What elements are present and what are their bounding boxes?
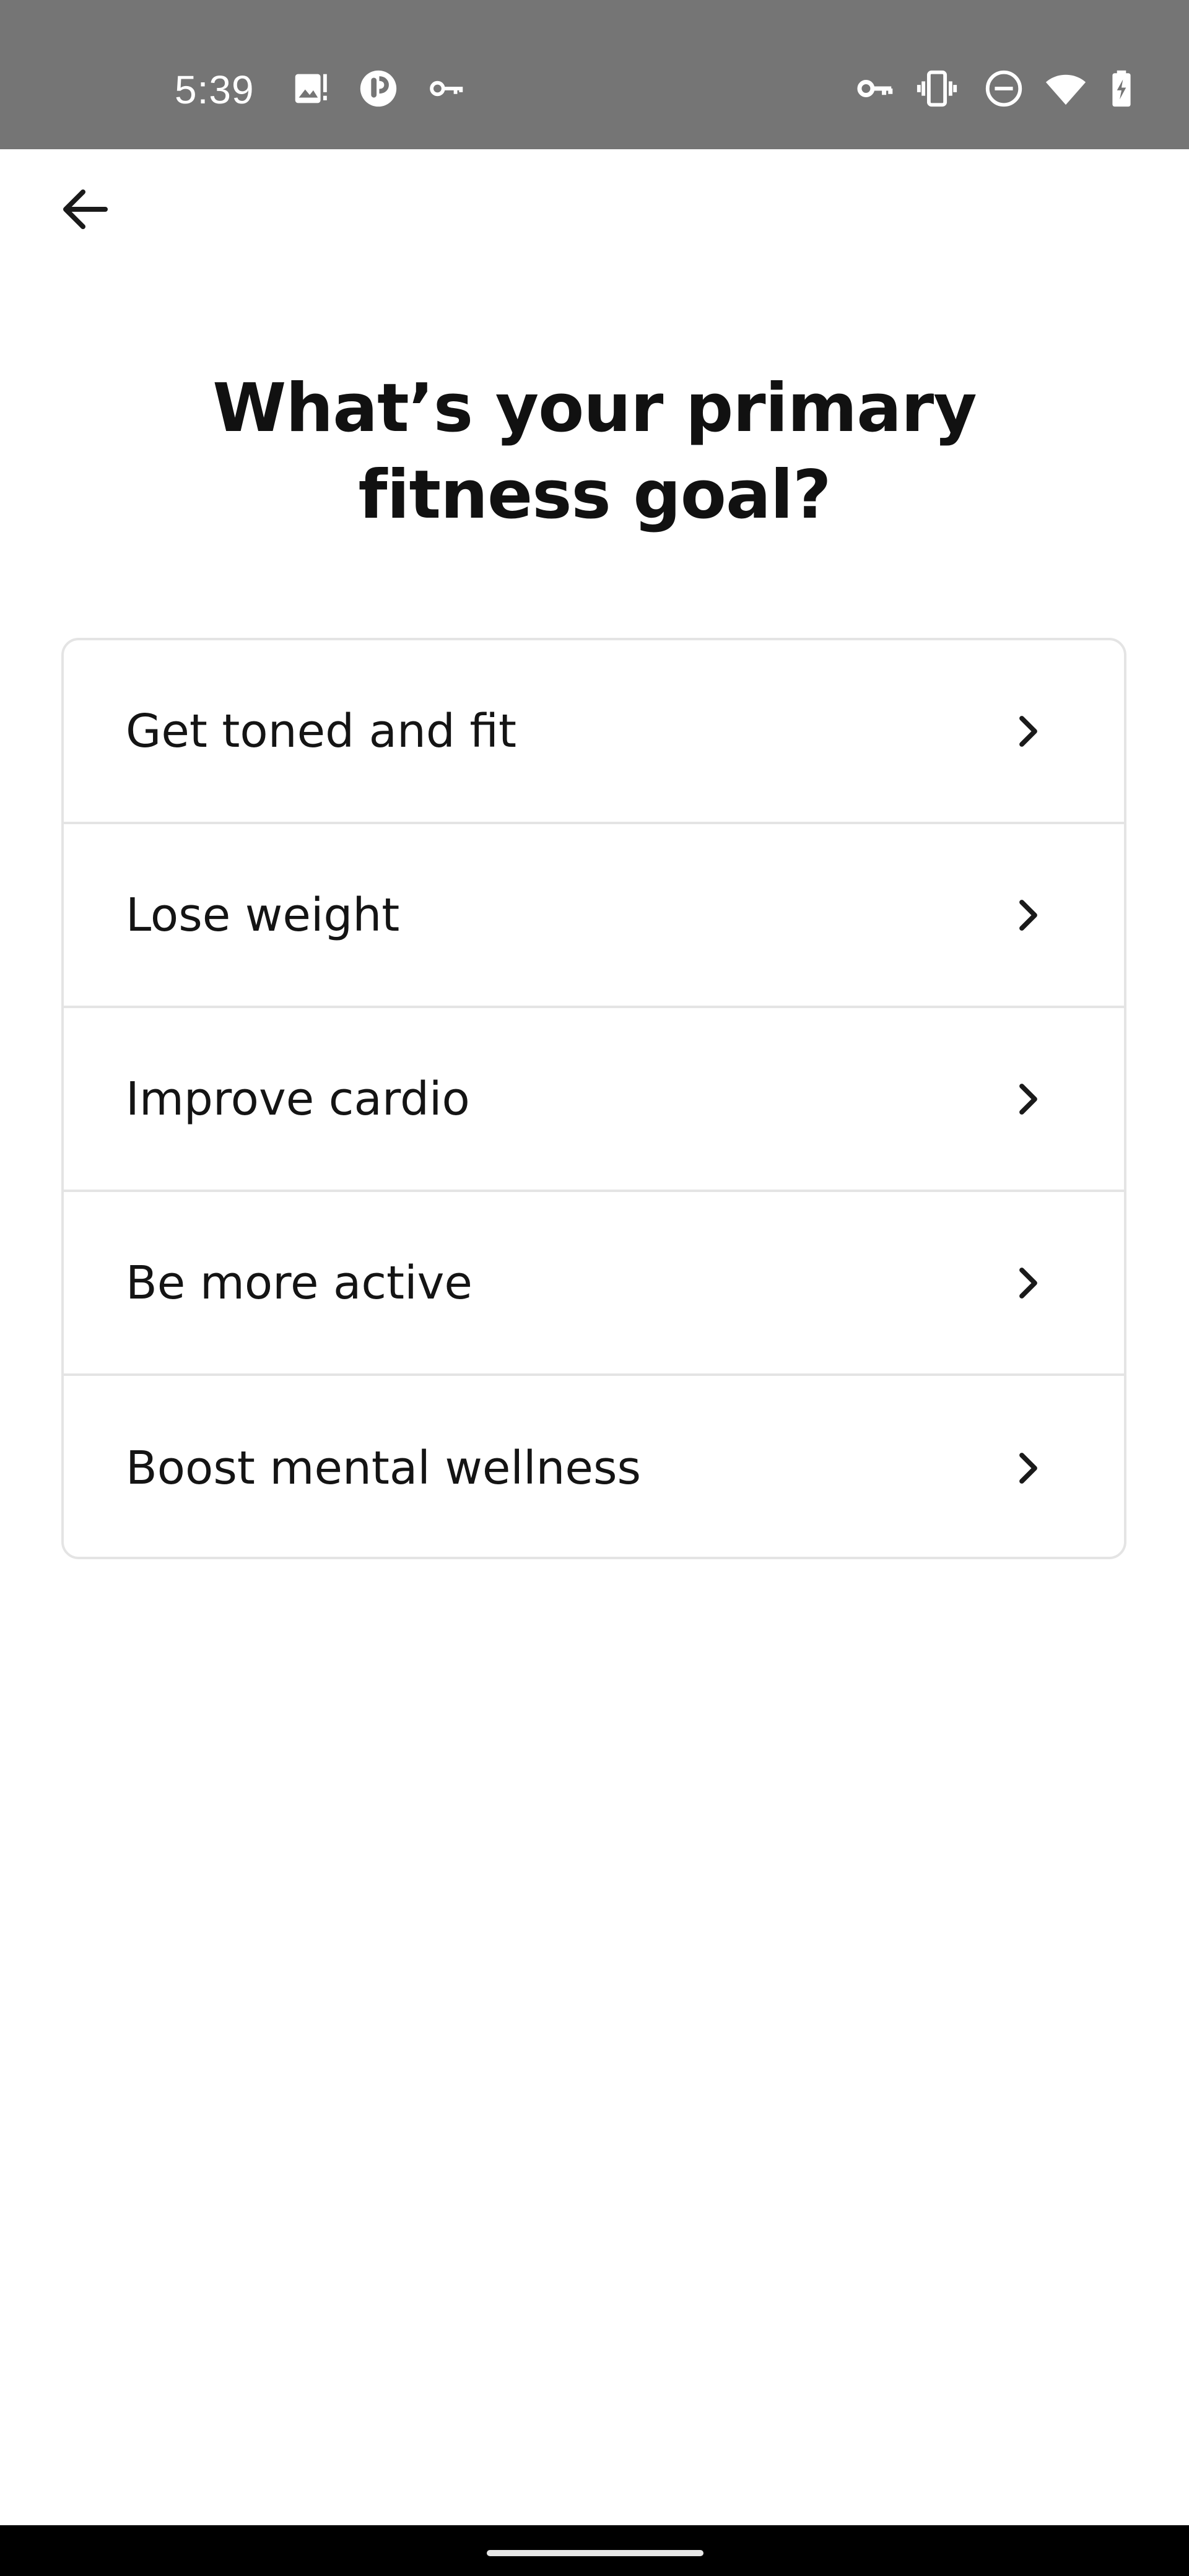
- home-gesture-handle[interactable]: [487, 2550, 703, 2556]
- option-label: Lose weight: [126, 888, 400, 942]
- option-label: Improve cardio: [126, 1072, 470, 1126]
- chevron-right-icon: [1005, 1261, 1050, 1305]
- page-title: What’s your primary fitness goal?: [212, 370, 977, 534]
- back-button[interactable]: [56, 180, 115, 239]
- status-bar: 5:39: [0, 0, 1189, 149]
- navigation-bar: [0, 2525, 1189, 2576]
- option-label: Boost mental wellness: [126, 1441, 642, 1495]
- chevron-right-icon: [1005, 893, 1050, 938]
- arrow-left-icon: [56, 180, 115, 239]
- chevron-right-icon: [1005, 709, 1050, 754]
- wifi-icon: [1044, 67, 1087, 110]
- option-get-toned-and-fit[interactable]: Get toned and fit: [64, 640, 1124, 824]
- option-lose-weight[interactable]: Lose weight: [64, 824, 1124, 1008]
- chevron-right-icon: [1005, 1446, 1050, 1490]
- option-label: Get toned and fit: [126, 704, 516, 758]
- vpn-key-icon: [853, 67, 897, 110]
- battery-charging-icon: [1100, 67, 1143, 110]
- vibrate-icon: [915, 67, 959, 110]
- option-boost-mental-wellness[interactable]: Boost mental wellness: [64, 1376, 1124, 1557]
- key-icon: [425, 67, 468, 110]
- option-be-more-active[interactable]: Be more active: [64, 1192, 1124, 1376]
- goal-options-list: Get toned and fit Lose weight Improve ca…: [61, 638, 1126, 1559]
- do-not-disturb-icon: [982, 67, 1026, 110]
- status-time: 5:39: [175, 67, 255, 112]
- app-notification-icon: [357, 67, 400, 110]
- option-label: Be more active: [126, 1256, 473, 1310]
- option-improve-cardio[interactable]: Improve cardio: [64, 1008, 1124, 1192]
- chevron-right-icon: [1005, 1077, 1050, 1121]
- image-notification-icon: [290, 67, 333, 110]
